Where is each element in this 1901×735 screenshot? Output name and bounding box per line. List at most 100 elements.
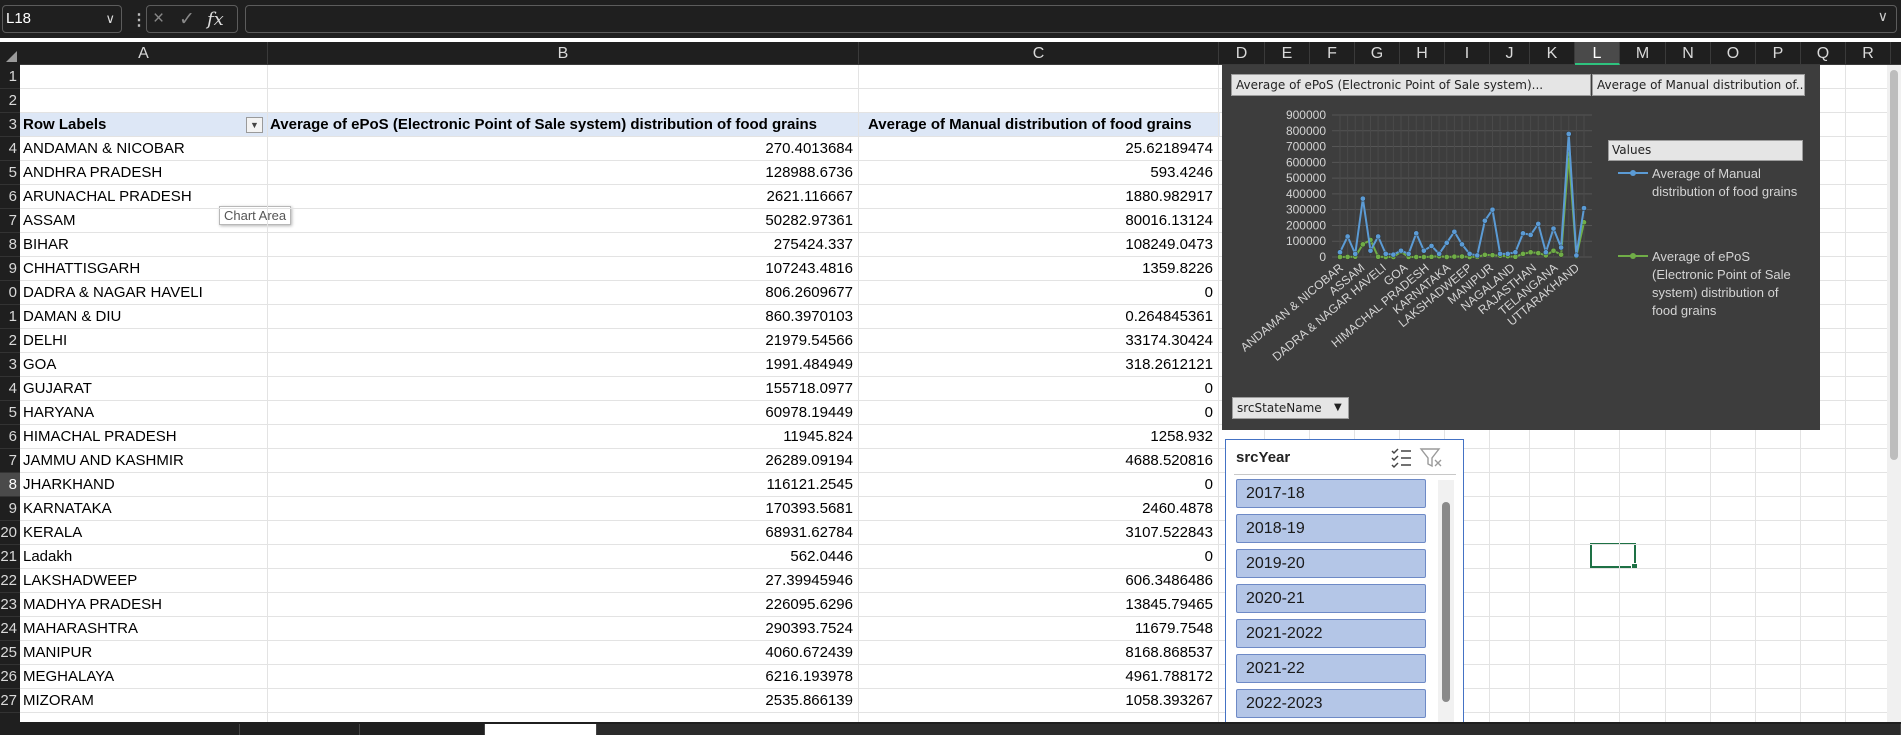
row-header[interactable]: 9 — [0, 497, 20, 521]
pivot-cell-epos[interactable]: 170393.5681 — [268, 497, 859, 521]
pivot-cell-label[interactable]: MIZORAM — [20, 689, 260, 713]
pivot-cell-epos[interactable]: 116121.2545 — [268, 473, 859, 497]
row-header[interactable]: 7 — [0, 209, 20, 233]
cancel-icon[interactable]: × — [153, 8, 164, 30]
row-header[interactable]: 8 — [0, 233, 20, 257]
row-header[interactable]: 0 — [0, 281, 20, 305]
pivot-cell-manual[interactable]: 3107.522843 — [859, 521, 1219, 545]
row-header[interactable]: 1 — [0, 65, 20, 89]
row-header[interactable]: 5 — [0, 401, 20, 425]
pivot-cell-epos[interactable]: 4060.672439 — [268, 641, 859, 665]
pivot-cell-label[interactable]: MADHYA PRADESH — [20, 593, 260, 617]
pivot-cell-epos[interactable]: 270.4013684 — [268, 137, 859, 161]
pivot-cell-label[interactable]: ASSAM — [20, 209, 260, 233]
multi-select-icon[interactable] — [1388, 444, 1414, 470]
pivot-cell-manual[interactable]: 80016.13124 — [859, 209, 1219, 233]
row-header[interactable]: 23 — [0, 593, 20, 617]
column-header-r[interactable]: R — [1846, 42, 1891, 65]
pivot-cell-manual[interactable]: 1359.8226 — [859, 257, 1219, 281]
pivot-cell-epos[interactable]: 50282.97361 — [268, 209, 859, 233]
row-header[interactable]: 2 — [0, 89, 20, 113]
slicer-scroll-thumb[interactable] — [1442, 502, 1450, 702]
dropdown-triangle-icon[interactable]: ▼ — [1334, 398, 1342, 418]
column-header-n[interactable]: N — [1666, 42, 1711, 65]
pivot-cell-label[interactable]: HIMACHAL PRADESH — [20, 425, 260, 449]
pivot-cell-manual[interactable]: 0 — [859, 377, 1219, 401]
horizontal-scrollbar[interactable] — [597, 724, 1901, 735]
pivot-cell-epos[interactable]: 60978.19449 — [268, 401, 859, 425]
pivot-cell-label[interactable]: MANIPUR — [20, 641, 260, 665]
insert-function-icon[interactable]: fx — [207, 9, 224, 30]
pivot-cell-manual[interactable]: 606.3486486 — [859, 569, 1219, 593]
pivot-cell-manual[interactable]: 1058.393267 — [859, 689, 1219, 713]
pivot-cell-epos[interactable]: 21979.54566 — [268, 329, 859, 353]
column-header-a[interactable]: A — [20, 42, 268, 65]
select-all-corner[interactable] — [0, 42, 20, 65]
expand-formula-icon[interactable]: ∨ — [1878, 8, 1888, 25]
column-header-e[interactable]: E — [1265, 42, 1310, 65]
pivot-cell-label[interactable]: DADRA & NAGAR HAVELI — [20, 281, 260, 305]
row-header[interactable]: 1 — [0, 305, 20, 329]
pivot-chart[interactable]: Average of ePoS (Electronic Point of Sal… — [1222, 65, 1820, 430]
column-header-g[interactable]: G — [1355, 42, 1400, 65]
pivot-cell-manual[interactable]: 11679.7548 — [859, 617, 1219, 641]
sheet-tab[interactable] — [240, 724, 360, 735]
row-header[interactable]: 24 — [0, 617, 20, 641]
column-header-k[interactable]: K — [1530, 42, 1575, 65]
row-header[interactable]: 22 — [0, 569, 20, 593]
pivot-cell-manual[interactable]: 108249.0473 — [859, 233, 1219, 257]
row-header[interactable]: 4 — [0, 137, 20, 161]
row-header[interactable]: 2 — [0, 329, 20, 353]
pivot-cell-label[interactable]: CHHATTISGARH — [20, 257, 260, 281]
pivot-cell-epos[interactable]: 128988.6736 — [268, 161, 859, 185]
column-header-b[interactable]: B — [268, 42, 859, 65]
pivot-cell-label[interactable]: GOA — [20, 353, 260, 377]
column-header-p[interactable]: P — [1756, 42, 1801, 65]
column-header-l[interactable]: L — [1575, 42, 1620, 65]
pivot-cell-manual[interactable]: 318.2612121 — [859, 353, 1219, 377]
pivot-cell-manual[interactable]: 0 — [859, 281, 1219, 305]
pivot-cell-epos[interactable]: 1991.484949 — [268, 353, 859, 377]
pivot-cell-label[interactable]: DELHI — [20, 329, 260, 353]
row-header[interactable]: 3 — [0, 353, 20, 377]
pivot-cell-epos[interactable]: 226095.6296 — [268, 593, 859, 617]
slicer-item[interactable]: 2018-19 — [1236, 514, 1426, 543]
clear-filter-icon[interactable] — [1418, 444, 1444, 470]
slicer-scrollbar[interactable] — [1438, 480, 1454, 734]
pivot-cell-manual[interactable]: 0 — [859, 473, 1219, 497]
pivot-cell-label[interactable]: ANDHRA PRADESH — [20, 161, 260, 185]
row-header[interactable]: 6 — [0, 185, 20, 209]
enter-icon[interactable]: ✓ — [179, 8, 195, 31]
pivot-cell-label[interactable]: HARYANA — [20, 401, 260, 425]
slicer-item[interactable]: 2019-20 — [1236, 549, 1426, 578]
row-header[interactable]: 8 — [0, 473, 20, 497]
selected-cell-L18[interactable] — [1590, 543, 1638, 570]
formula-input[interactable]: ∨ — [245, 5, 1897, 33]
pivot-cell-manual[interactable]: 4961.788172 — [859, 665, 1219, 689]
axis-field-button[interactable]: srcStateName ▼ — [1232, 397, 1349, 419]
pivot-cell-label[interactable]: KERALA — [20, 521, 260, 545]
pivot-cell-epos[interactable]: 290393.7524 — [268, 617, 859, 641]
row-header[interactable]: 27 — [0, 689, 20, 713]
pivot-cell-manual[interactable]: 1880.982917 — [859, 185, 1219, 209]
pivot-cell-manual[interactable]: 25.62189474 — [859, 137, 1219, 161]
pivot-cell-epos[interactable]: 155718.0977 — [268, 377, 859, 401]
slicer-item[interactable]: 2022-2023 — [1236, 689, 1426, 718]
column-header-q[interactable]: Q — [1801, 42, 1846, 65]
pivot-cell-label[interactable]: JAMMU AND KASHMIR — [20, 449, 260, 473]
row-header[interactable]: 7 — [0, 449, 20, 473]
sheet-tab-active[interactable] — [485, 724, 597, 735]
name-box[interactable]: L18 ∨ — [2, 5, 122, 33]
row-header[interactable]: 3 — [0, 113, 20, 137]
slicer-item[interactable]: 2020-21 — [1236, 584, 1426, 613]
row-header[interactable]: 20 — [0, 521, 20, 545]
slicer-item[interactable]: 2021-22 — [1236, 654, 1426, 683]
pivot-cell-label[interactable]: ANDAMAN & NICOBAR — [20, 137, 260, 161]
pivot-cell-epos[interactable]: 68931.62784 — [268, 521, 859, 545]
pivot-cell-epos[interactable]: 6216.193978 — [268, 665, 859, 689]
column-header-m[interactable]: M — [1620, 42, 1666, 65]
pivot-cell-label[interactable]: BIHAR — [20, 233, 260, 257]
row-header[interactable]: 26 — [0, 665, 20, 689]
pivot-cell-epos[interactable]: 806.2609677 — [268, 281, 859, 305]
row-header[interactable]: 6 — [0, 425, 20, 449]
